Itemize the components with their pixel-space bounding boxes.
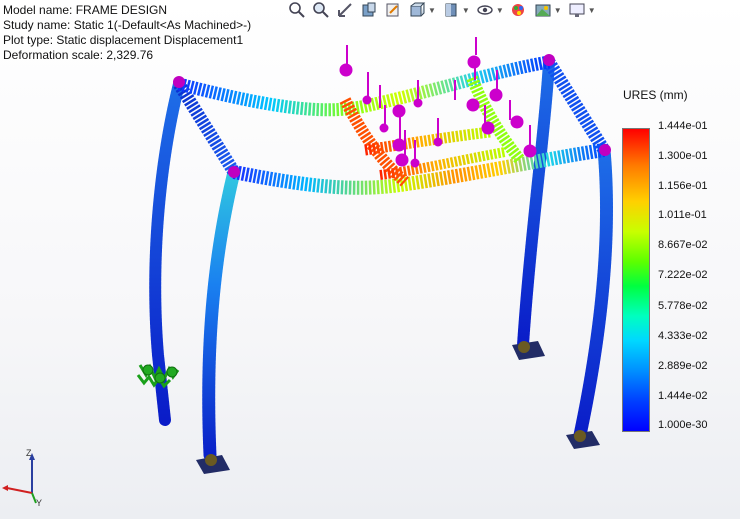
legend-title: URES (mm) xyxy=(623,88,688,102)
triad-z-label: Z xyxy=(26,448,32,458)
legend-label: 1.000e-30 xyxy=(658,419,708,431)
coordinate-triad: Z Y xyxy=(2,448,42,508)
legend-label: 1.444e-01 xyxy=(658,120,708,132)
legend-label: 1.156e-01 xyxy=(658,180,708,192)
legend-label: 5.778e-02 xyxy=(658,300,708,312)
legend-label: 2.889e-02 xyxy=(658,360,708,372)
legend-label: 1.011e-01 xyxy=(658,209,707,221)
triad-y-label: Y xyxy=(36,498,42,508)
legend-label: 1.300e-01 xyxy=(658,150,708,162)
legend-label: 8.667e-02 xyxy=(658,239,708,251)
displacement-color-bar xyxy=(622,128,650,432)
legend-label: 7.222e-02 xyxy=(658,269,708,281)
frame-legs xyxy=(149,56,613,462)
legend-labels: 1.444e-01 1.300e-01 1.156e-01 1.011e-01 … xyxy=(658,120,738,436)
legend-label: 1.444e-02 xyxy=(658,390,708,402)
legend-label: 4.333e-02 xyxy=(658,330,708,342)
